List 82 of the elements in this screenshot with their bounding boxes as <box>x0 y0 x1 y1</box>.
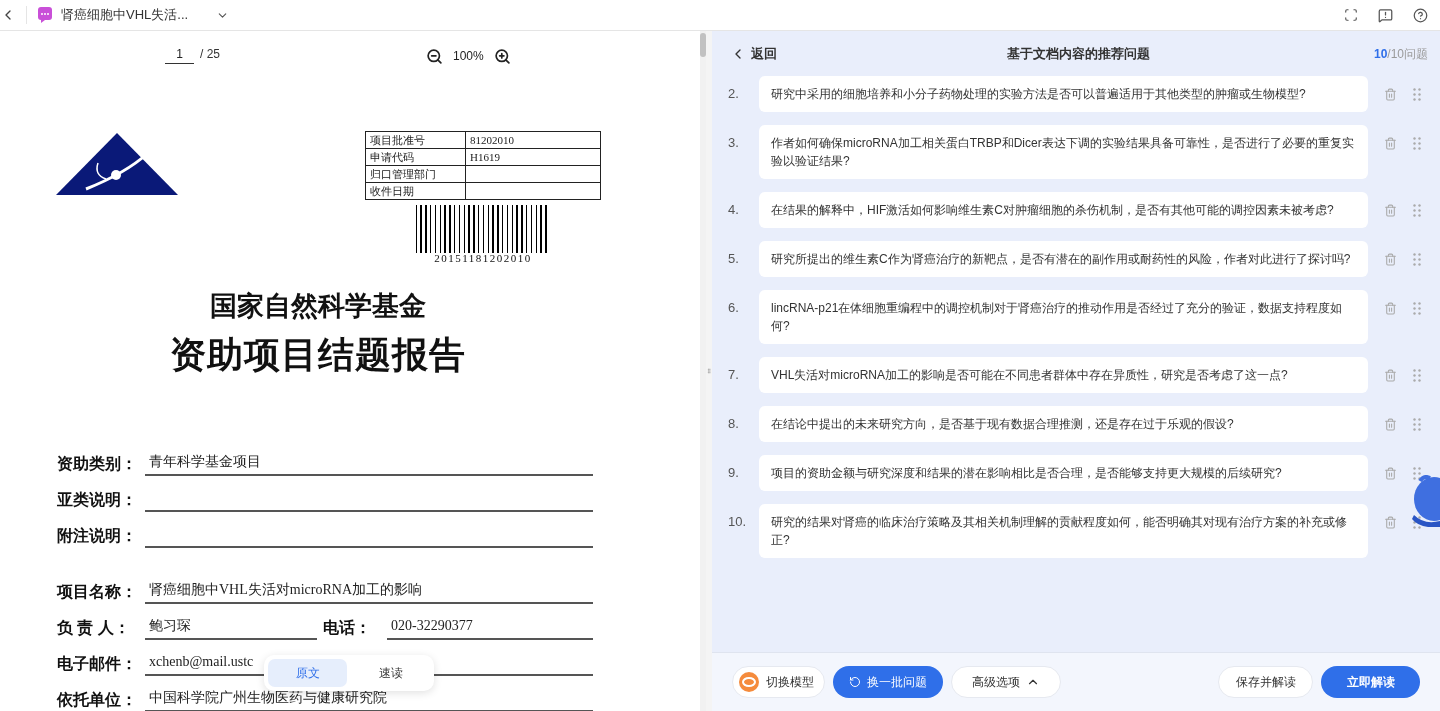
table-cell: 81202010 <box>465 131 601 149</box>
panel-title: 基于文档内容的推荐问题 <box>1007 44 1150 63</box>
question-card[interactable]: 作者如何确保microRNA加工相关蛋白TRBP和Dicer表达下调的实验结果具备可靠性，是否进行了必要的重复实验以验证结果? <box>759 125 1368 179</box>
drag-handle-icon[interactable] <box>1413 88 1421 101</box>
question-number: 8. <box>727 415 740 433</box>
drag-handle-icon[interactable] <box>1413 302 1421 315</box>
field-value: 鲍习琛 <box>149 617 191 635</box>
field-label: 附注说明： <box>57 526 138 546</box>
question-card[interactable]: 研究中采用的细胞培养和小分子药物处理的实验方法是否可以普遍适用于其他类型的肿瘤或生物模型? <box>759 76 1368 112</box>
document-subtitle: 资助项目结题报告 <box>170 333 466 377</box>
document-title: 肾癌细胞中VHL失活... <box>61 6 189 25</box>
field-label: 依托单位： <box>57 690 138 710</box>
question-card[interactable]: lincRNA-p21在体细胞重编程中的调控机制对于肾癌治疗的推动作用是否经过了充分的验证，数据支持程度如何? <box>759 290 1368 344</box>
bird-mascot-icon[interactable] <box>1410 475 1440 527</box>
field-value: 青年科学基金项目 <box>149 453 261 471</box>
drag-handle-icon[interactable] <box>1413 204 1421 217</box>
question-card[interactable]: 项目的资助金额与研究深度和结果的潜在影响相比是否合理，是否能够支持更大规模的后续研究? <box>759 455 1368 491</box>
delete-icon[interactable] <box>1384 516 1397 529</box>
table-cell: 项目批准号 <box>365 131 466 149</box>
field-label: 电话： <box>322 618 372 638</box>
zoom-level: 100% <box>453 48 484 65</box>
delete-icon[interactable] <box>1384 88 1397 101</box>
question-number: 9. <box>727 464 740 482</box>
document-app-icon <box>38 7 52 23</box>
question-number: 5. <box>727 250 740 268</box>
field-label: 项目名称： <box>57 582 138 602</box>
delete-icon[interactable] <box>1384 302 1397 315</box>
zoom-out-icon[interactable] <box>426 47 443 65</box>
drag-handle-icon[interactable] <box>1413 418 1421 431</box>
page-number-input[interactable]: 1 <box>165 44 194 64</box>
field-label: 电子邮件： <box>57 654 138 674</box>
table-cell: 收件日期 <box>365 182 466 200</box>
interpret-button[interactable]: 立即解读 <box>1321 666 1420 698</box>
delete-icon[interactable] <box>1384 253 1397 266</box>
question-number: 7. <box>727 366 740 384</box>
field-value: 020-32290377 <box>391 617 473 635</box>
drag-handle-icon[interactable] <box>1413 253 1421 266</box>
question-card[interactable]: VHL失活对microRNA加工的影响是否可能在不同患者群体中存在异质性，研究是否考虑了这一点? <box>759 357 1368 393</box>
question-number: 10. <box>727 513 748 531</box>
field-value: 肾癌细胞中VHL失活对microRNA加工的影响 <box>149 581 422 599</box>
question-number: 4. <box>727 201 740 219</box>
delete-icon[interactable] <box>1384 418 1397 431</box>
table-cell: H1619 <box>465 148 601 166</box>
switch-model-button[interactable]: 切换模型 <box>732 666 825 698</box>
drag-handle-icon[interactable] <box>1413 369 1421 382</box>
delete-icon[interactable] <box>1384 204 1397 217</box>
page-total: / 25 <box>200 46 220 63</box>
delete-icon[interactable] <box>1384 369 1397 382</box>
field-label: 资助类别： <box>57 454 138 474</box>
view-tab[interactable]: 原文 <box>268 659 347 687</box>
field-label: 负 责 人： <box>57 618 131 639</box>
question-card[interactable]: 研究所提出的维生素C作为肾癌治疗的新靶点，是否有潜在的副作用或耐药性的风险，作者对此进行了探讨吗? <box>759 241 1368 277</box>
delete-icon[interactable] <box>1384 137 1397 150</box>
help-icon[interactable] <box>1413 7 1428 23</box>
field-label: 亚类说明： <box>57 490 138 510</box>
back-link[interactable]: 返回 <box>751 43 777 64</box>
fullscreen-icon[interactable] <box>1344 8 1358 22</box>
question-card[interactable]: 在结果的解释中，HIF激活如何影响维生素C对肿瘤细胞的杀伤机制，是否有其他可能的调控因素未被考虑? <box>759 192 1368 228</box>
delete-icon[interactable] <box>1384 467 1397 480</box>
drag-handle-icon[interactable] <box>1413 467 1421 480</box>
field-value: 中国科学院广州生物医药与健康研究院 <box>149 689 387 707</box>
save-and-interpret-button[interactable]: 保存并解读 <box>1218 666 1313 698</box>
model-icon <box>738 671 760 693</box>
barcode-number: 20151181202010 <box>434 253 532 264</box>
table-cell: 申请代码 <box>365 148 466 166</box>
document-title: 国家自然科学基金 <box>210 290 426 323</box>
question-card[interactable]: 在结论中提出的未来研究方向，是否基于现有数据合理推测，还是存在过于乐观的假设? <box>759 406 1368 442</box>
field-value: xchenb@mail.ustc <box>149 653 254 671</box>
refresh-icon <box>849 676 861 688</box>
feedback-icon[interactable] <box>1378 7 1393 23</box>
drag-handle-icon[interactable] <box>1413 137 1421 150</box>
question-number: 2. <box>727 85 740 103</box>
refresh-questions-button[interactable]: 换一批问题 <box>833 666 943 698</box>
resize-handle-icon[interactable] <box>706 366 712 376</box>
question-number: 3. <box>727 134 740 152</box>
zoom-in-icon[interactable] <box>493 47 511 65</box>
question-count: 10/10问题 <box>1373 45 1428 63</box>
table-cell: 归口管理部门 <box>365 165 466 183</box>
question-number: 6. <box>727 299 740 317</box>
logo-icon <box>56 133 178 195</box>
advanced-options-button[interactable]: 高级选项 <box>951 666 1061 698</box>
question-card[interactable]: 研究的结果对肾癌的临床治疗策略及其相关机制理解的贡献程度如何，能否明确其对现有治疗方案的补充或修正? <box>759 504 1368 558</box>
